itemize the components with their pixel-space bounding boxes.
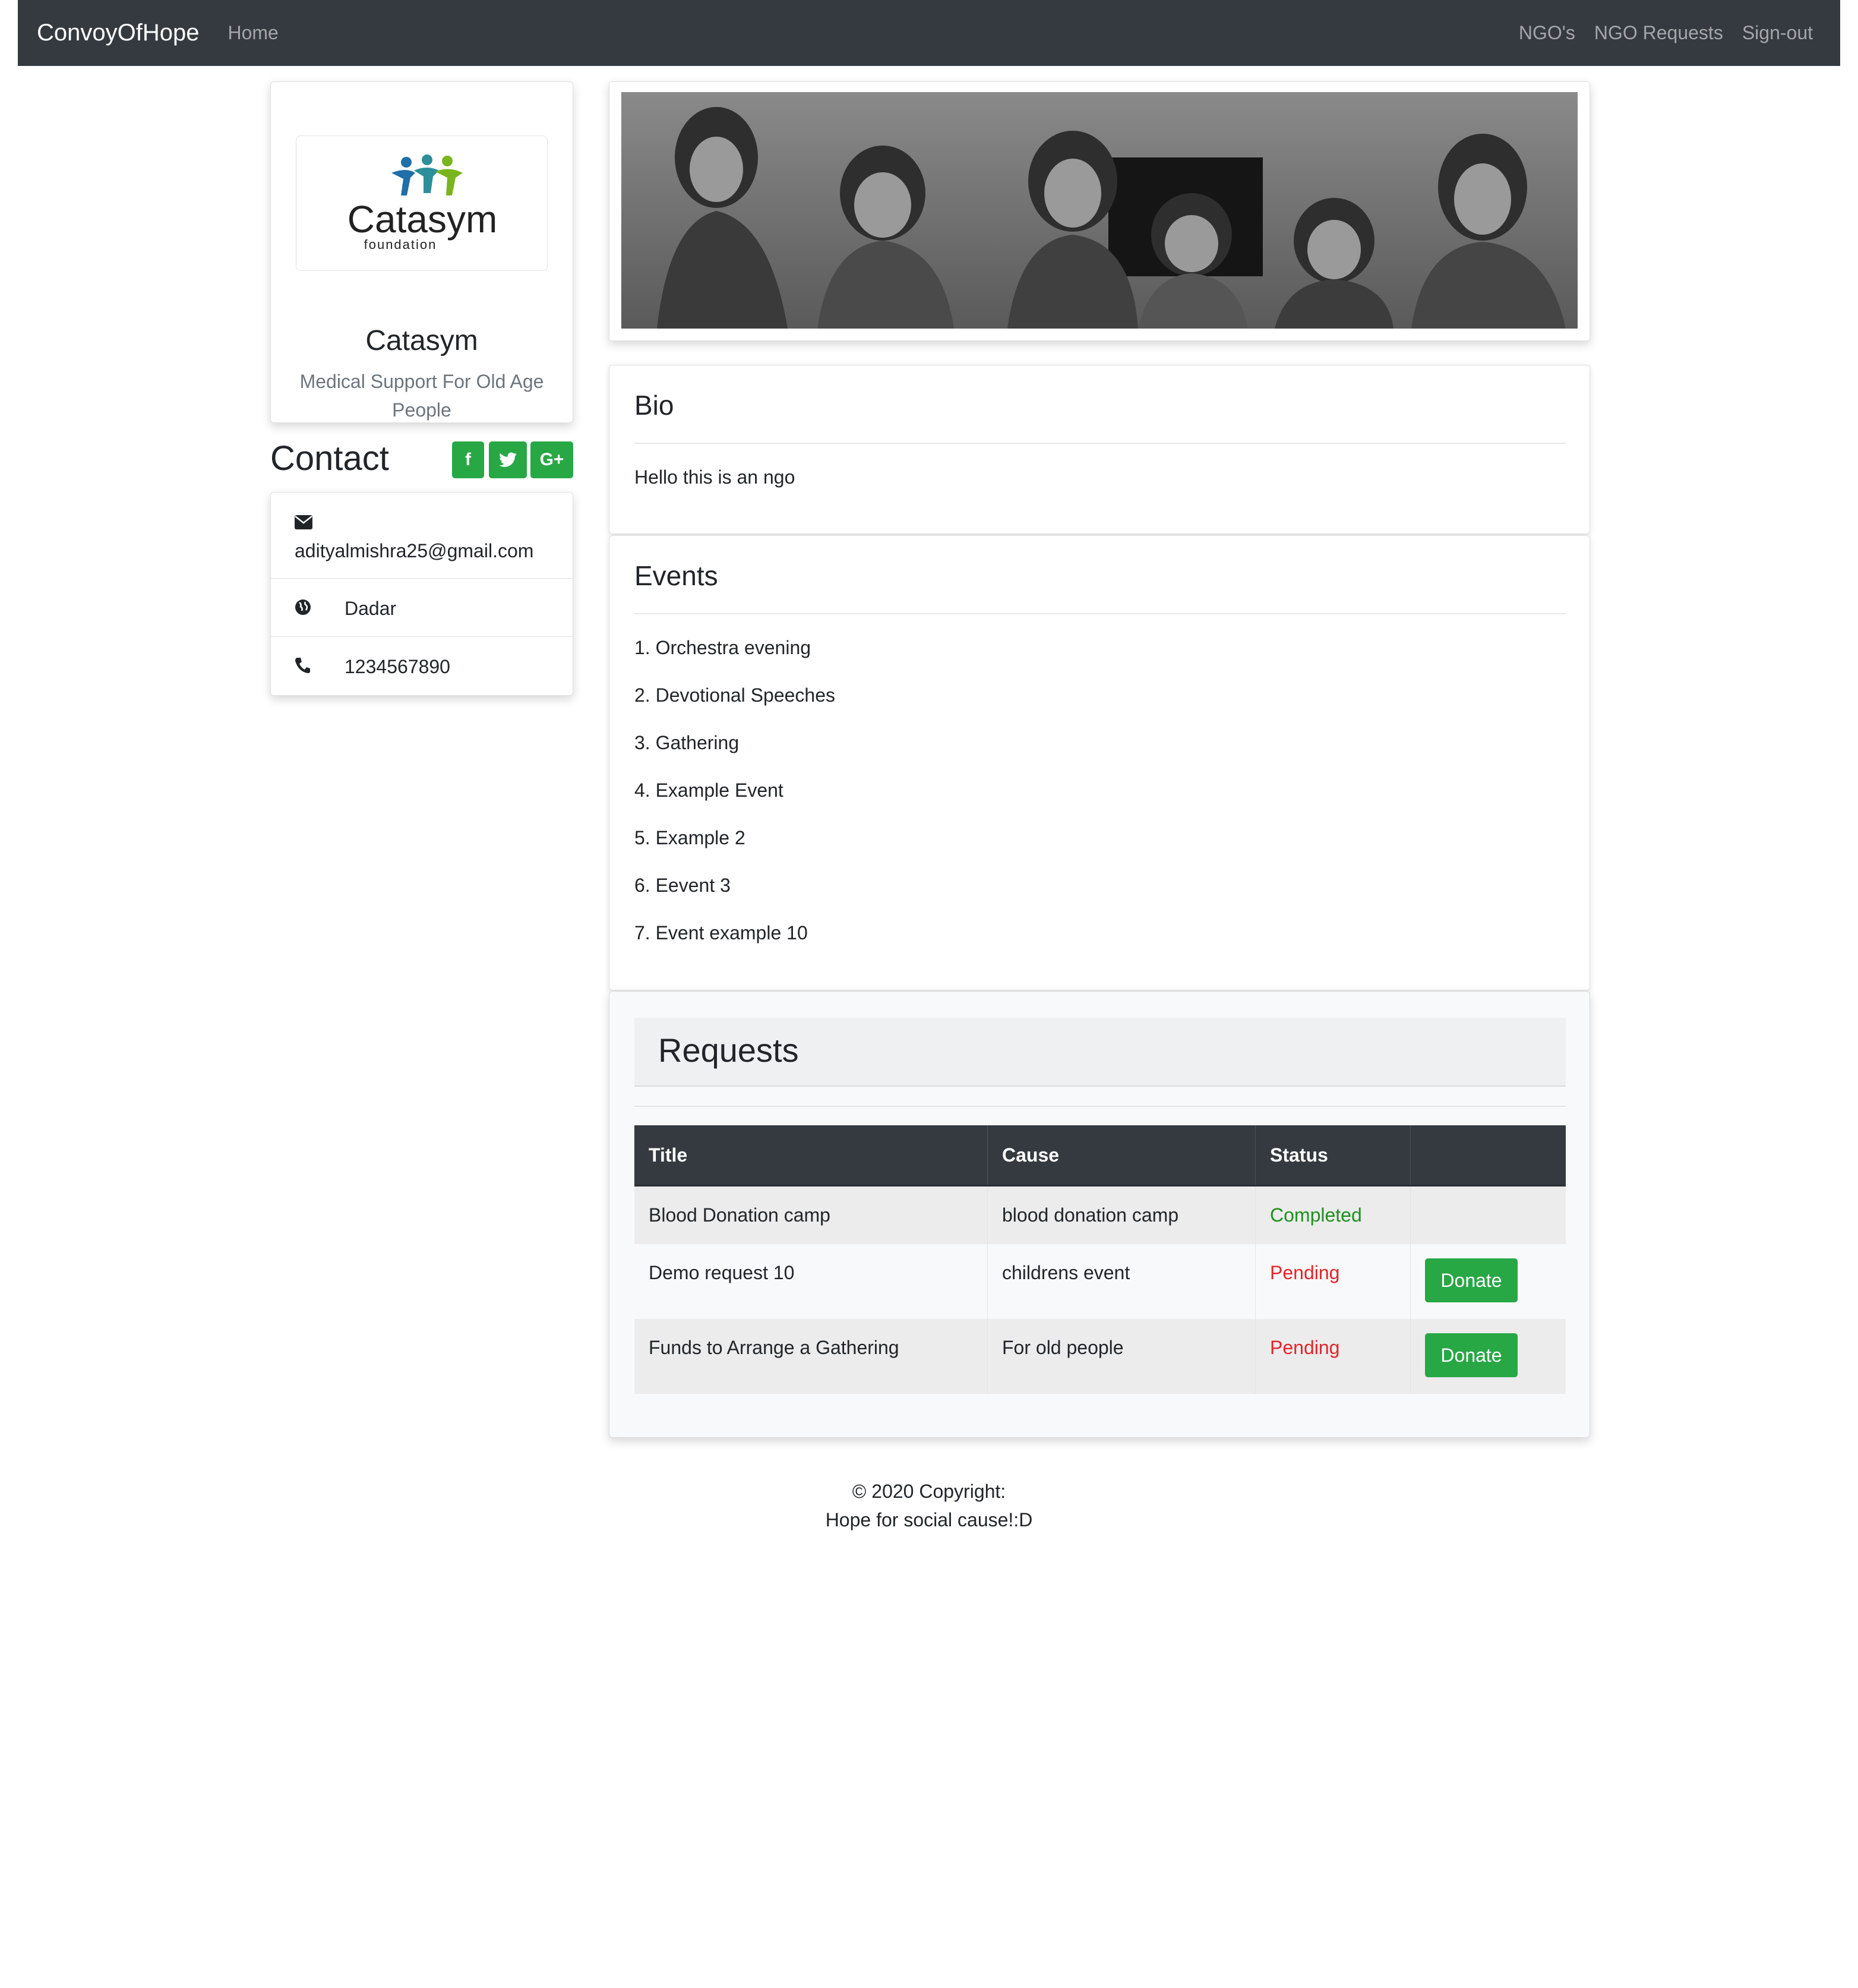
contact-phone-row: 1234567890 — [271, 637, 573, 695]
request-action-cell — [1410, 1185, 1566, 1244]
contact-email-row: adityalmishra25@gmail.com — [271, 493, 573, 579]
svg-text:foundation: foundation — [364, 237, 437, 252]
donate-button[interactable]: Donate — [1425, 1333, 1518, 1377]
request-action-cell: Donate — [1410, 1318, 1566, 1394]
footer-copyright: © 2020 Copyright: — [852, 1481, 1006, 1502]
event-item: 2. Devotional Speeches — [634, 684, 835, 706]
event-item: 6. Eevent 3 — [634, 875, 731, 896]
twitter-icon — [499, 452, 517, 467]
contact-heading: Contact — [270, 439, 389, 478]
col-cause-header: Cause — [987, 1125, 1256, 1187]
contact-location-row: Dadar — [271, 579, 573, 637]
contact-phone: 1234567890 — [345, 656, 450, 677]
bio-card: Bio Hello this is an ngo — [609, 365, 1590, 534]
table-header-row: Title Cause Status — [634, 1125, 1566, 1187]
request-status: Completed — [1255, 1185, 1411, 1244]
request-cause: blood donation camp — [987, 1185, 1256, 1244]
col-title-header: Title — [634, 1125, 988, 1187]
banner-image — [621, 92, 1578, 329]
org-name: Catasym — [365, 325, 478, 356]
contact-email[interactable]: adityalmishra25@gmail.com — [295, 540, 533, 562]
table-row: Demo request 10 childrens event Pending … — [634, 1244, 1566, 1319]
request-cause: For old people — [987, 1318, 1256, 1394]
col-status-header: Status — [1255, 1125, 1411, 1187]
profile-card: Catasym foundation Catasym Medical Suppo… — [270, 81, 573, 423]
brand-link[interactable]: ConvoyOfHope — [37, 20, 199, 46]
twitter-button[interactable] — [489, 441, 527, 478]
bio-heading: Bio — [634, 390, 674, 421]
table-row: Blood Donation camp blood donation camp … — [634, 1185, 1566, 1244]
catasym-logo-graphic: Catasym foundation — [347, 154, 498, 252]
envelope-icon — [295, 515, 312, 529]
navbar: ConvoyOfHope Home NGO's NGO Requests Sig… — [18, 0, 1840, 66]
request-status: Pending — [1255, 1244, 1411, 1319]
contact-card: adityalmishra25@gmail.com Dadar 12345678… — [270, 492, 573, 696]
event-item: 3. Gathering — [634, 732, 740, 753]
phone-icon — [295, 658, 310, 673]
nav-ngos-link[interactable]: NGO's — [1519, 22, 1575, 44]
requests-divider — [634, 1106, 1566, 1107]
facebook-icon: f — [465, 450, 471, 469]
request-title: Blood Donation camp — [634, 1185, 988, 1244]
nav-ngo-requests-link[interactable]: NGO Requests — [1594, 22, 1723, 44]
event-item: 1. Orchestra evening — [634, 637, 811, 658]
request-cause: childrens event — [987, 1244, 1256, 1319]
events-card: Events 1. Orchestra evening 2. Devotiona… — [609, 535, 1590, 990]
event-item: 4. Example Event — [634, 780, 783, 801]
col-action-header — [1410, 1125, 1566, 1187]
requests-header: Requests — [634, 1018, 1566, 1087]
contact-location: Dadar — [345, 598, 397, 619]
google-plus-button[interactable]: G+ — [530, 441, 573, 478]
nav-right-group: NGO's NGO Requests Sign-out — [1519, 22, 1813, 44]
bio-text: Hello this is an ngo — [634, 466, 795, 488]
event-item: 5. Example 2 — [634, 827, 745, 848]
requests-table: Title Cause Status Blood Donation camp b… — [634, 1125, 1566, 1394]
globe-icon — [295, 599, 311, 615]
banner-card — [609, 81, 1590, 341]
donate-button[interactable]: Donate — [1425, 1258, 1518, 1302]
org-tagline: Medical Support For Old Age People — [299, 371, 544, 421]
request-status: Pending — [1255, 1318, 1411, 1394]
svg-text:Catasym: Catasym — [347, 198, 498, 241]
nav-home-link[interactable]: Home — [227, 22, 278, 44]
requests-heading: Requests — [658, 1031, 799, 1069]
table-row: Funds to Arrange a Gathering For old peo… — [634, 1318, 1566, 1394]
google-plus-icon: G+ — [539, 450, 564, 469]
bio-divider — [634, 443, 1566, 444]
event-item: 7. Event example 10 — [634, 922, 808, 943]
requests-card: Requests Title Cause Status Blood Donati… — [609, 991, 1590, 1438]
events-heading: Events — [634, 560, 718, 591]
request-title: Funds to Arrange a Gathering — [634, 1318, 988, 1394]
footer-tagline: Hope for social cause!:D — [825, 1509, 1033, 1531]
request-title: Demo request 10 — [634, 1244, 988, 1319]
nav-signout-link[interactable]: Sign-out — [1742, 22, 1813, 44]
org-logo: Catasym foundation — [296, 135, 548, 271]
request-action-cell: Donate — [1410, 1244, 1566, 1319]
events-divider — [634, 613, 1566, 614]
facebook-button[interactable]: f — [452, 441, 484, 478]
